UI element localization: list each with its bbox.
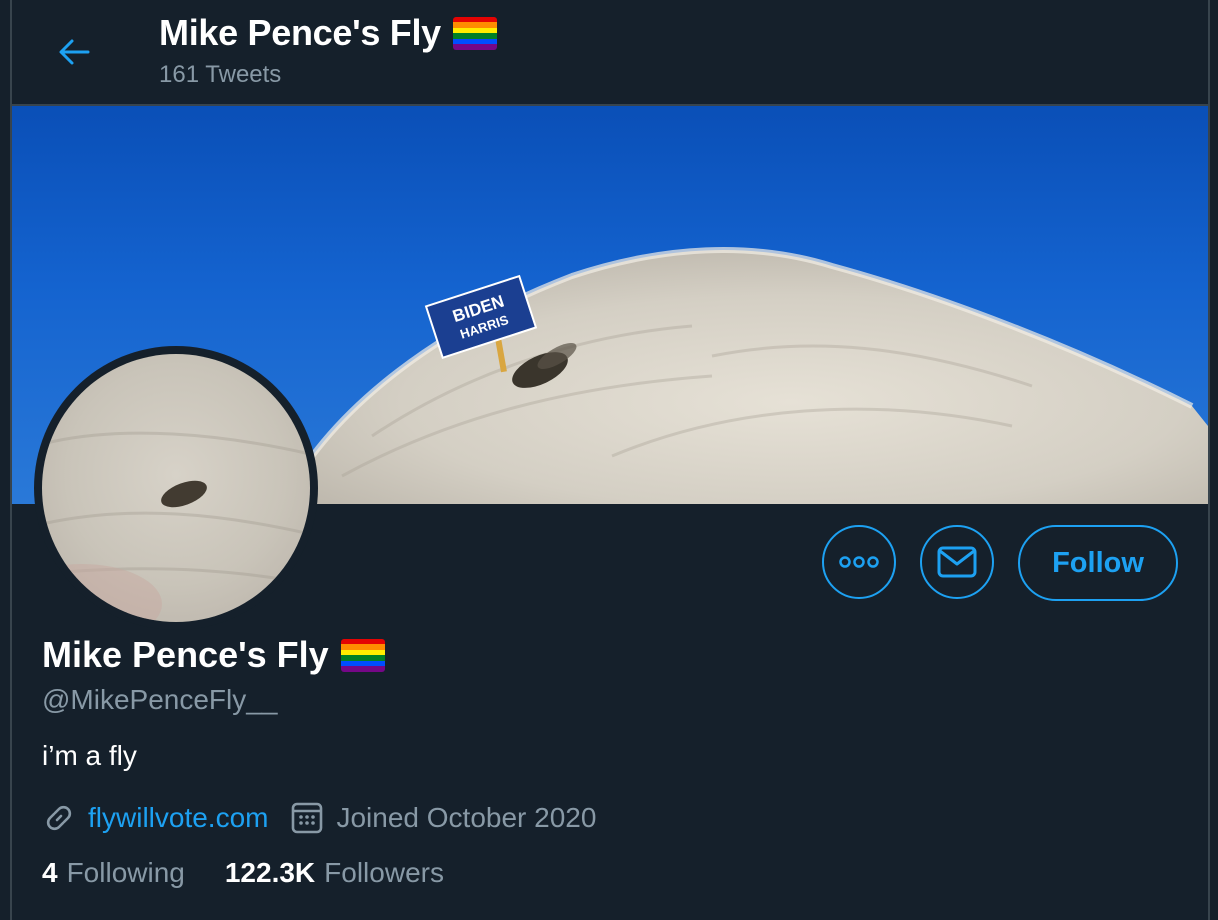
profile-stats: 4 Following 122.3K Followers [42, 857, 484, 889]
following-stat[interactable]: 4 Following [42, 857, 185, 889]
profile-name: Mike Pence's Fly [42, 634, 385, 676]
rainbow-flag-icon [340, 638, 385, 672]
following-count: 4 [42, 857, 58, 888]
joined-date: Joined October 2020 [336, 802, 597, 833]
arrow-left-icon [59, 39, 90, 65]
link-icon [42, 801, 76, 835]
more-horizontal-icon [839, 556, 879, 568]
profile-handle: @MikePenceFly__ [42, 684, 278, 715]
website-link[interactable]: flywillvote.com [88, 802, 268, 834]
column-border-right [1208, 0, 1210, 920]
tweet-count: 161 Tweets [159, 61, 282, 88]
header-title-text: Mike Pence's Fly [159, 12, 441, 53]
envelope-icon [937, 546, 977, 578]
followers-label: Followers [324, 857, 444, 888]
more-options-button[interactable] [822, 525, 896, 599]
profile-header-bar: Mike Pence's Fly 161 Tweets [12, 0, 1208, 106]
followers-stat[interactable]: 122.3K Followers [225, 857, 444, 889]
rainbow-flag-icon [452, 16, 497, 50]
profile-page: Mike Pence's Fly 161 Tweets BIDEN HARRIS… [0, 0, 1218, 920]
avatar[interactable] [34, 346, 318, 630]
header-title: Mike Pence's Fly [159, 12, 497, 54]
calendar-icon [290, 801, 324, 835]
message-button[interactable] [920, 525, 994, 599]
profile-name-text: Mike Pence's Fly [42, 634, 329, 675]
avatar-image [42, 354, 310, 622]
follow-button[interactable]: Follow [1018, 525, 1178, 601]
followers-count: 122.3K [224, 857, 316, 888]
following-label: Following [66, 857, 185, 888]
profile-bio: i’m a fly [42, 740, 137, 771]
back-button[interactable] [52, 30, 96, 74]
profile-meta: flywillvote.com Joined October 2020 [42, 798, 596, 838]
